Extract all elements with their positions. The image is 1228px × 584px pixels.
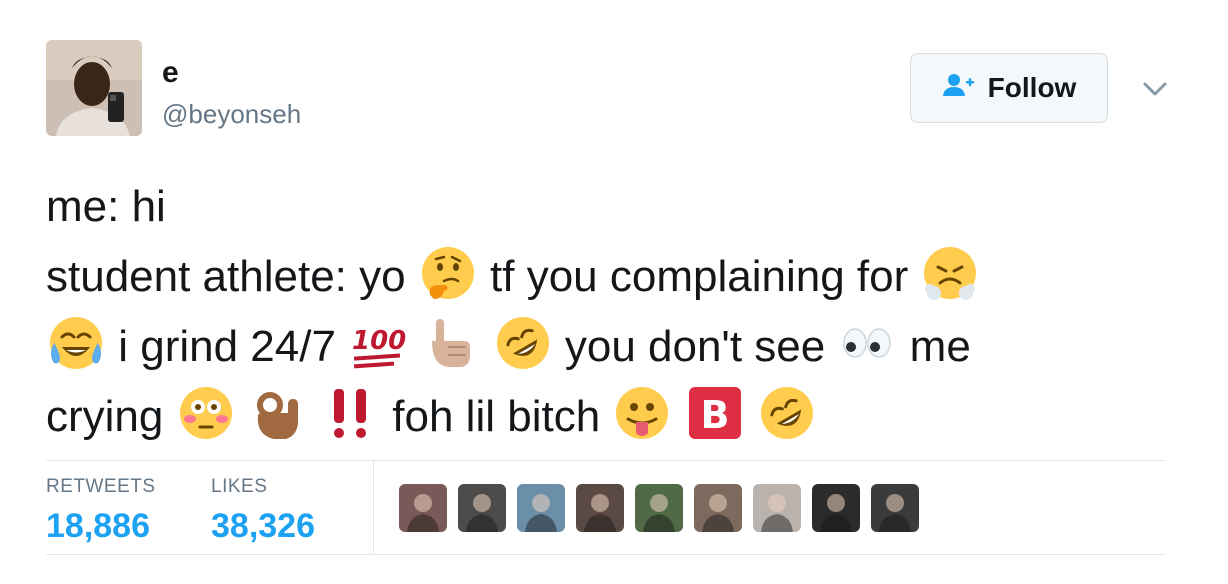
follow-button-label: Follow <box>987 72 1077 103</box>
liker-avatar-2[interactable] <box>458 484 506 532</box>
tweet-line: student athlete: yo tf you complaining f… <box>46 242 1176 312</box>
likes-stat[interactable]: LIKES 38,326 <box>211 476 315 546</box>
liker-avatar-7[interactable] <box>753 484 801 532</box>
liker-avatar-4[interactable] <box>576 484 624 532</box>
liker-avatar-8[interactable] <box>812 484 860 532</box>
double-exclamation-emoji-icon <box>322 385 378 441</box>
tweet-text: me: hi student athlete: yo tf you complai… <box>46 172 1176 452</box>
divider <box>46 460 1166 461</box>
tweet-text-segment <box>480 322 492 371</box>
retweets-count: 18,886 <box>46 507 150 545</box>
face-with-steam-from-nose-emoji-icon <box>922 245 978 301</box>
eyes-emoji-icon <box>839 315 895 371</box>
retweets-stat[interactable]: RETWEETS 18,886 <box>46 476 156 546</box>
user-handle[interactable]: @beyonseh <box>162 99 301 129</box>
tweet-text-segment <box>236 392 248 441</box>
liker-avatar-3[interactable] <box>517 484 565 532</box>
ok-hand-emoji-icon <box>250 385 306 441</box>
liker-avatar-5[interactable] <box>635 484 683 532</box>
tweet-text-segment: i grind 24/7 <box>106 322 349 371</box>
hundred-points-emoji-icon: 100 <box>350 315 406 371</box>
liker-avatars <box>399 484 919 532</box>
tweet-line: crying foh lil bitch B <box>46 382 1176 452</box>
liker-avatar-6[interactable] <box>694 484 742 532</box>
svg-text:B: B <box>700 393 729 437</box>
svg-text:100: 100 <box>352 326 406 356</box>
tweet-text-segment: crying <box>46 392 176 441</box>
rolling-on-floor-laughing-emoji-icon <box>759 385 815 441</box>
face-with-tongue-emoji-icon <box>614 385 670 441</box>
thinking-face-emoji-icon <box>420 245 476 301</box>
tweet-text-segment <box>745 392 757 441</box>
likes-label: LIKES <box>211 476 268 497</box>
divider <box>46 554 1166 555</box>
face-with-tears-of-joy-emoji-icon <box>48 315 104 371</box>
b-button-emoji-icon: B <box>687 385 743 441</box>
liker-avatar-9[interactable] <box>871 484 919 532</box>
display-name[interactable]: e <box>162 56 179 90</box>
retweets-label: RETWEETS <box>46 476 156 497</box>
tweet-text-segment <box>408 322 420 371</box>
tweet-text-segment: me <box>897 322 971 371</box>
user-avatar[interactable] <box>46 40 142 136</box>
likes-count: 38,326 <box>211 507 315 545</box>
tweet-text-segment: tf you complaining for <box>477 252 921 301</box>
rolling-on-floor-laughing-emoji-icon <box>495 315 551 371</box>
follow-button[interactable]: Follow <box>910 53 1108 123</box>
liker-avatar-1[interactable] <box>399 484 447 532</box>
tweet-text-segment: you don't see <box>552 322 838 371</box>
tweet-text-segment: foh lil bitch <box>380 392 613 441</box>
tweet-line: i grind 24/7 100 you don't see me <box>46 312 1176 382</box>
index-pointing-right-emoji-icon <box>422 315 478 371</box>
divider <box>373 461 374 554</box>
follow-user-icon <box>942 72 976 105</box>
tweet-text-segment: student athlete: yo <box>46 252 418 301</box>
tweet-text-segment <box>308 392 320 441</box>
tweet-line: me: hi <box>46 172 1176 242</box>
chevron-down-icon[interactable] <box>1140 74 1170 104</box>
tweet-text-segment <box>672 392 684 441</box>
flushed-face-emoji-icon <box>178 385 234 441</box>
tweet-text-segment: me: hi <box>46 182 166 231</box>
